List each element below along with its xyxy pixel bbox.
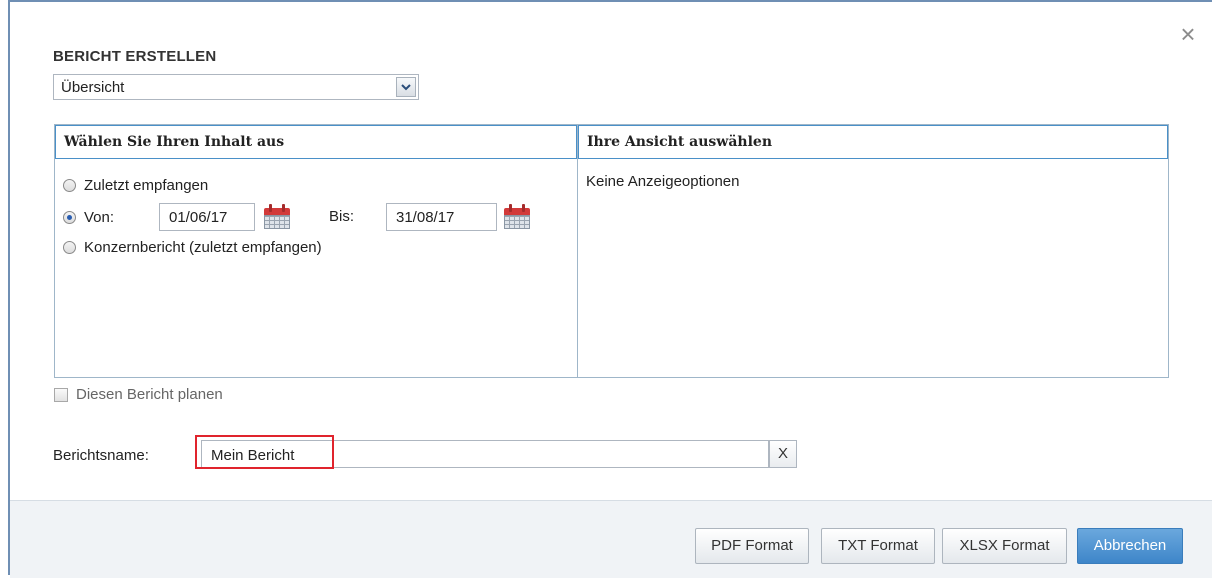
to-date-input[interactable]: 31/08/17 xyxy=(386,203,497,231)
from-date-input[interactable]: 01/06/17 xyxy=(159,203,255,231)
report-name-field[interactable] xyxy=(201,440,769,468)
view-panel-header: Ihre Ansicht auswählen xyxy=(578,125,1168,159)
close-icon[interactable]: × xyxy=(1174,20,1202,48)
txt-format-button[interactable]: TXT Format xyxy=(821,528,935,564)
radio-recent[interactable] xyxy=(63,178,76,192)
pdf-format-button[interactable]: PDF Format xyxy=(695,528,809,564)
option-group-report[interactable]: Konzernbericht (zuletzt empfangen) xyxy=(63,235,322,259)
content-panel: Wählen Sie Ihren Inhalt aus Zuletzt empf… xyxy=(54,124,578,378)
report-dialog: × BERICHT ERSTELLEN Übersicht Wählen Sie… xyxy=(8,0,1212,578)
option-recent-label: Zuletzt empfangen xyxy=(84,176,209,194)
to-label: Bis: xyxy=(329,208,355,225)
no-view-options-text: Keine Anzeigeoptionen xyxy=(586,173,740,190)
radio-group-report[interactable] xyxy=(63,240,76,254)
dialog-title: BERICHT ERSTELLEN xyxy=(53,48,217,65)
dialog-footer: PDF Format TXT Format XLSX Format Abbrec… xyxy=(10,500,1212,578)
report-name-input[interactable] xyxy=(211,447,751,464)
schedule-label: Diesen Bericht planen xyxy=(76,386,223,403)
calendar-icon[interactable] xyxy=(263,203,291,229)
schedule-checkbox[interactable] xyxy=(54,387,68,402)
schedule-report[interactable]: Diesen Bericht planen xyxy=(54,386,223,403)
option-from-label: Von: xyxy=(84,208,115,226)
option-group-report-label: Konzernbericht (zuletzt empfangen) xyxy=(84,238,322,256)
clear-report-name-button[interactable]: X xyxy=(769,440,797,468)
option-recent[interactable]: Zuletzt empfangen xyxy=(63,173,208,197)
chevron-down-icon[interactable] xyxy=(396,77,416,97)
xlsx-format-button[interactable]: XLSX Format xyxy=(942,528,1067,564)
cancel-button[interactable]: Abbrechen xyxy=(1077,528,1183,564)
calendar-icon[interactable] xyxy=(503,203,531,229)
report-type-select[interactable]: Übersicht xyxy=(53,74,419,100)
report-type-value: Übersicht xyxy=(61,79,125,96)
view-panel: Ihre Ansicht auswählen Keine Anzeigeopti… xyxy=(577,124,1169,378)
report-name-label: Berichtsname: xyxy=(53,447,149,464)
option-from[interactable]: Von: xyxy=(63,205,114,229)
radio-from[interactable] xyxy=(63,210,76,224)
content-panel-header: Wählen Sie Ihren Inhalt aus xyxy=(55,125,577,159)
